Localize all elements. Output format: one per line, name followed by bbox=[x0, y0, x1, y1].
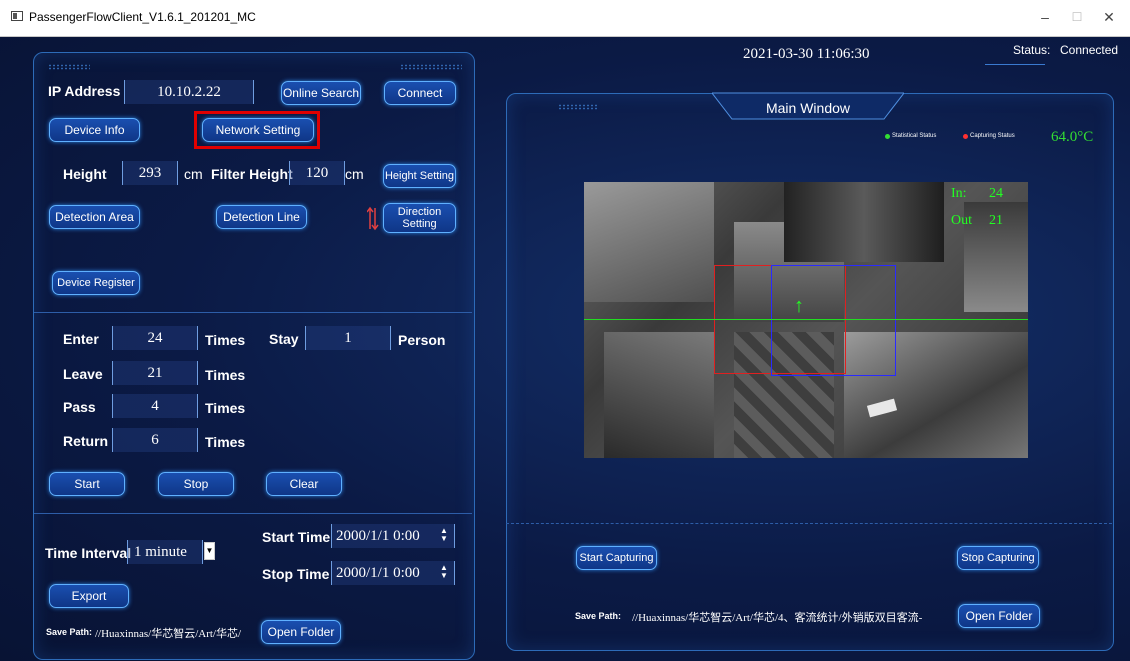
overlay-in-value: 24 bbox=[989, 186, 1003, 201]
app-icon bbox=[11, 11, 23, 21]
time-interval-label: Time Interval bbox=[45, 545, 132, 561]
device-register-button[interactable]: Device Register bbox=[52, 271, 140, 295]
capture-save-path-value: //Huaxinnas/华芯智云/Art/华芯/4、客流统计/外销版双目客流- bbox=[632, 612, 923, 624]
height-unit: cm bbox=[184, 166, 203, 182]
minimize-icon[interactable]: – bbox=[1030, 6, 1060, 28]
overlay-out-value: 21 bbox=[989, 213, 1003, 228]
enter-value: 24 bbox=[112, 326, 198, 350]
temperature-readout: 64.0°C bbox=[1051, 129, 1094, 145]
save-path-label: Save Path: bbox=[46, 627, 93, 637]
leave-unit: Times bbox=[205, 367, 246, 383]
capture-open-folder-button[interactable]: Open Folder bbox=[958, 604, 1040, 628]
status-underline bbox=[985, 64, 1045, 65]
leave-value: 21 bbox=[112, 361, 198, 385]
height-label: Height bbox=[63, 166, 107, 182]
capturing-status-dot bbox=[963, 134, 968, 139]
stop-time-spinner-icon[interactable]: ▲ ▼ bbox=[440, 564, 448, 580]
statistical-status-dot bbox=[885, 134, 890, 139]
section-divider bbox=[34, 513, 472, 514]
detection-line-button[interactable]: Detection Line bbox=[216, 205, 307, 229]
maximize-icon[interactable]: ☐ bbox=[1062, 6, 1092, 28]
direction-setting-line1: Direction bbox=[397, 206, 442, 218]
stay-unit: Person bbox=[398, 332, 446, 348]
detection-area-button[interactable]: Detection Area bbox=[49, 205, 140, 229]
start-button[interactable]: Start bbox=[49, 472, 125, 496]
filter-height-label: Filter Height bbox=[211, 166, 293, 182]
return-label: Return bbox=[63, 433, 109, 449]
direction-arrows-icon bbox=[366, 205, 379, 231]
device-info-button[interactable]: Device Info bbox=[49, 118, 140, 142]
connect-button[interactable]: Connect bbox=[384, 81, 456, 105]
pass-value: 4 bbox=[112, 394, 198, 418]
section-divider bbox=[506, 523, 1112, 524]
clear-button[interactable]: Clear bbox=[266, 472, 342, 496]
return-unit: Times bbox=[205, 434, 246, 450]
open-folder-button[interactable]: Open Folder bbox=[261, 620, 341, 644]
return-value: 6 bbox=[112, 428, 198, 452]
ip-address-label: IP Address bbox=[48, 83, 121, 99]
title-bar: PassengerFlowClient_V1.6.1_201201_MC – ☐… bbox=[0, 0, 1130, 37]
time-interval-select[interactable]: 1 minute bbox=[127, 540, 203, 564]
decor-dots bbox=[558, 104, 598, 110]
dropdown-icon[interactable]: ▼ bbox=[204, 542, 215, 560]
leave-label: Leave bbox=[63, 366, 103, 382]
start-capturing-button[interactable]: Start Capturing bbox=[576, 546, 657, 570]
overlay-out-label: Out bbox=[951, 213, 972, 228]
section-divider bbox=[34, 312, 472, 313]
close-icon[interactable]: ✕ bbox=[1094, 6, 1124, 28]
start-time-spinner-icon[interactable]: ▲ ▼ bbox=[440, 527, 448, 543]
stay-value: 1 bbox=[305, 326, 391, 350]
status-label: Status: bbox=[1013, 43, 1051, 57]
capture-save-path-label: Save Path: bbox=[575, 611, 622, 621]
pass-unit: Times bbox=[205, 400, 246, 416]
overlay-in-label: In: bbox=[951, 186, 967, 201]
direction-setting-line2: Setting bbox=[402, 218, 437, 230]
network-setting-button[interactable]: Network Setting bbox=[202, 118, 314, 142]
stop-time-field[interactable]: 2000/1/1 0:00 bbox=[331, 561, 455, 585]
enter-label: Enter bbox=[63, 331, 99, 347]
ip-address-field[interactable]: 10.10.2.22 bbox=[124, 80, 254, 104]
height-field[interactable]: 293 bbox=[122, 161, 178, 185]
stop-time-label: Stop Time bbox=[262, 566, 330, 582]
height-setting-button[interactable]: Height Setting bbox=[383, 164, 456, 188]
pass-label: Pass bbox=[63, 399, 96, 415]
save-path-value: //Huaxinnas/华芯智云/Art/华芯/ bbox=[95, 628, 242, 640]
capturing-status-label: Capturing Status bbox=[970, 133, 1015, 139]
stay-label: Stay bbox=[269, 331, 299, 347]
export-button[interactable]: Export bbox=[49, 584, 129, 608]
direction-setting-button[interactable]: Direction Setting bbox=[383, 203, 456, 233]
start-time-field[interactable]: 2000/1/1 0:00 bbox=[331, 524, 455, 548]
stop-capturing-button[interactable]: Stop Capturing bbox=[957, 546, 1039, 570]
statistical-status-label: Statistical Status bbox=[892, 133, 937, 139]
window-title: PassengerFlowClient_V1.6.1_201201_MC bbox=[29, 10, 256, 24]
main-window-title: Main Window bbox=[765, 100, 851, 116]
online-search-button[interactable]: Online Search bbox=[281, 81, 361, 105]
datetime: 2021-03-30 11:06:30 bbox=[743, 46, 870, 62]
up-arrow-icon: ↑ bbox=[794, 295, 804, 317]
filter-height-unit: cm bbox=[345, 166, 364, 182]
decor-dots bbox=[48, 64, 90, 70]
stop-button[interactable]: Stop bbox=[158, 472, 234, 496]
filter-height-field[interactable]: 120 bbox=[289, 161, 345, 185]
status-value: Connected bbox=[1060, 43, 1119, 57]
decor-dots bbox=[400, 64, 462, 70]
start-time-label: Start Time bbox=[262, 529, 331, 545]
enter-unit: Times bbox=[205, 332, 246, 348]
